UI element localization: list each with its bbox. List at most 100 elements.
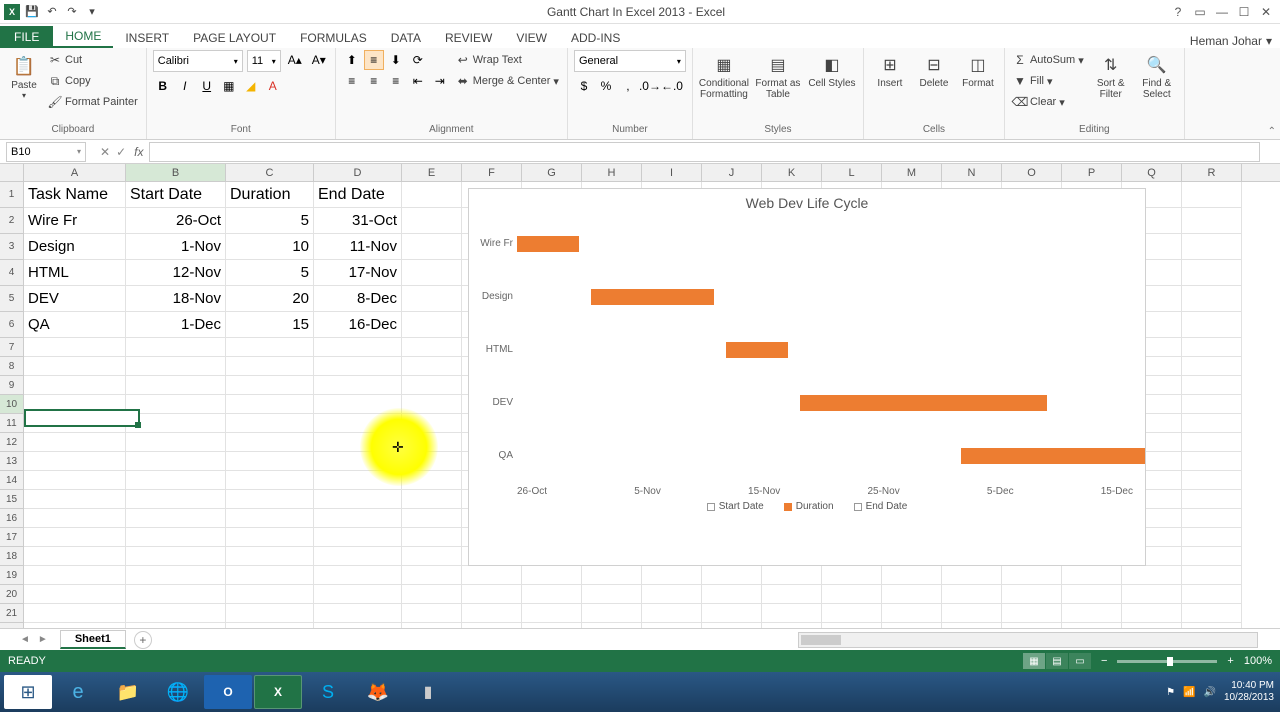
cell-D19[interactable] <box>314 566 402 585</box>
cell-H21[interactable] <box>582 604 642 623</box>
taskbar-outlook-icon[interactable]: O <box>204 675 252 709</box>
cell-F21[interactable] <box>462 604 522 623</box>
tray-volume-icon[interactable]: 🔊 <box>1203 687 1215 698</box>
tab-view[interactable]: VIEW <box>504 28 559 48</box>
paste-button[interactable]: 📋Paste▾ <box>6 50 42 100</box>
collapse-ribbon-icon[interactable]: ⌃ <box>1268 126 1276 137</box>
cell-E8[interactable] <box>402 357 462 376</box>
cell-K19[interactable] <box>762 566 822 585</box>
cell-D13[interactable] <box>314 452 402 471</box>
row-header-13[interactable]: 13 <box>0 452 23 471</box>
cell-E11[interactable] <box>402 414 462 433</box>
cell-A6[interactable]: QA <box>24 312 126 338</box>
cell-H20[interactable] <box>582 585 642 604</box>
column-header-L[interactable]: L <box>822 164 882 181</box>
cell-B16[interactable] <box>126 509 226 528</box>
cell-A4[interactable]: HTML <box>24 260 126 286</box>
tab-data[interactable]: DATA <box>379 28 433 48</box>
cell-G20[interactable] <box>522 585 582 604</box>
cell-C7[interactable] <box>226 338 314 357</box>
cell-B17[interactable] <box>126 528 226 547</box>
cell-R14[interactable] <box>1182 471 1242 490</box>
format-cells-button[interactable]: ◫Format <box>958 50 998 89</box>
cell-B10[interactable] <box>126 395 226 414</box>
column-header-F[interactable]: F <box>462 164 522 181</box>
cell-I19[interactable] <box>642 566 702 585</box>
taskbar-clock[interactable]: 10:40 PM 10/28/2013 <box>1224 680 1274 704</box>
cancel-formula-icon[interactable]: ✕ <box>100 145 110 159</box>
tray-flag-icon[interactable]: ⚑ <box>1166 687 1175 698</box>
cell-E21[interactable] <box>402 604 462 623</box>
cell-B6[interactable]: 1-Dec <box>126 312 226 338</box>
cell-C4[interactable]: 5 <box>226 260 314 286</box>
autosum-button[interactable]: ΣAutoSum ▾ <box>1011 50 1086 70</box>
cell-B3[interactable]: 1-Nov <box>126 234 226 260</box>
cell-D2[interactable]: 31-Oct <box>314 208 402 234</box>
name-box[interactable]: B10▾ <box>6 142 86 162</box>
minimize-icon[interactable]: — <box>1212 4 1232 20</box>
cell-R3[interactable] <box>1182 234 1242 260</box>
taskbar-skype-icon[interactable]: S <box>304 675 352 709</box>
cell-B11[interactable] <box>126 414 226 433</box>
cell-E16[interactable] <box>402 509 462 528</box>
taskbar-chrome-icon[interactable]: 🌐 <box>154 675 202 709</box>
fx-icon[interactable]: fx <box>134 145 149 159</box>
row-header-5[interactable]: 5 <box>0 286 23 312</box>
redo-icon[interactable]: ↷ <box>64 4 80 20</box>
taskbar-excel-icon[interactable]: X <box>254 675 302 709</box>
cell-R18[interactable] <box>1182 547 1242 566</box>
decrease-font-icon[interactable]: A▾ <box>309 50 329 70</box>
underline-button[interactable]: U <box>197 76 217 96</box>
clear-button[interactable]: ⌫Clear ▾ <box>1011 92 1086 112</box>
row-header-19[interactable]: 19 <box>0 566 23 585</box>
tab-addins[interactable]: ADD-INS <box>559 28 632 48</box>
cell-D12[interactable] <box>314 433 402 452</box>
view-page-break-icon[interactable]: ▭ <box>1069 653 1091 669</box>
account-user[interactable]: Heman Johar ▾ <box>1190 34 1280 48</box>
cell-C19[interactable] <box>226 566 314 585</box>
cell-R9[interactable] <box>1182 376 1242 395</box>
cell-B2[interactable]: 26-Oct <box>126 208 226 234</box>
cell-R11[interactable] <box>1182 414 1242 433</box>
align-right-icon[interactable]: ≡ <box>386 71 406 91</box>
column-header-J[interactable]: J <box>702 164 762 181</box>
sheet-nav-prev-icon[interactable]: ◄ <box>20 634 30 645</box>
increase-decimal-icon[interactable]: .0→ <box>640 76 660 96</box>
cell-C5[interactable]: 20 <box>226 286 314 312</box>
column-header-G[interactable]: G <box>522 164 582 181</box>
view-page-layout-icon[interactable]: ▤ <box>1046 653 1068 669</box>
insert-cells-button[interactable]: ⊞Insert <box>870 50 910 89</box>
number-format-select[interactable]: General▾ <box>574 50 686 72</box>
cell-D3[interactable]: 11-Nov <box>314 234 402 260</box>
cell-R6[interactable] <box>1182 312 1242 338</box>
embedded-chart[interactable]: Web Dev Life Cycle Wire FrDesignHTMLDEVQ… <box>468 188 1146 566</box>
border-button[interactable]: ▦ <box>219 76 239 96</box>
orientation-icon[interactable]: ⟳ <box>408 50 428 70</box>
zoom-out-icon[interactable]: − <box>1101 655 1107 667</box>
decrease-decimal-icon[interactable]: ←.0 <box>662 76 682 96</box>
tab-review[interactable]: REVIEW <box>433 28 504 48</box>
delete-cells-button[interactable]: ⊟Delete <box>914 50 954 89</box>
cell-B7[interactable] <box>126 338 226 357</box>
cell-E12[interactable] <box>402 433 462 452</box>
cell-C9[interactable] <box>226 376 314 395</box>
cell-R7[interactable] <box>1182 338 1242 357</box>
cell-E19[interactable] <box>402 566 462 585</box>
cell-A9[interactable] <box>24 376 126 395</box>
cell-N21[interactable] <box>942 604 1002 623</box>
zoom-in-icon[interactable]: + <box>1227 655 1233 667</box>
tray-network-icon[interactable]: 📶 <box>1183 687 1195 698</box>
font-name-select[interactable]: Calibri▾ <box>153 50 243 72</box>
cell-A13[interactable] <box>24 452 126 471</box>
cell-C12[interactable] <box>226 433 314 452</box>
align-top-icon[interactable]: ⬆ <box>342 50 362 70</box>
cell-C3[interactable]: 10 <box>226 234 314 260</box>
cell-B15[interactable] <box>126 490 226 509</box>
cell-B4[interactable]: 12-Nov <box>126 260 226 286</box>
cell-A18[interactable] <box>24 547 126 566</box>
sheet-nav-next-icon[interactable]: ► <box>38 634 48 645</box>
cell-C15[interactable] <box>226 490 314 509</box>
maximize-icon[interactable]: ☐ <box>1234 4 1254 20</box>
cell-B8[interactable] <box>126 357 226 376</box>
conditional-formatting-button[interactable]: ▦Conditional Formatting <box>699 50 749 100</box>
